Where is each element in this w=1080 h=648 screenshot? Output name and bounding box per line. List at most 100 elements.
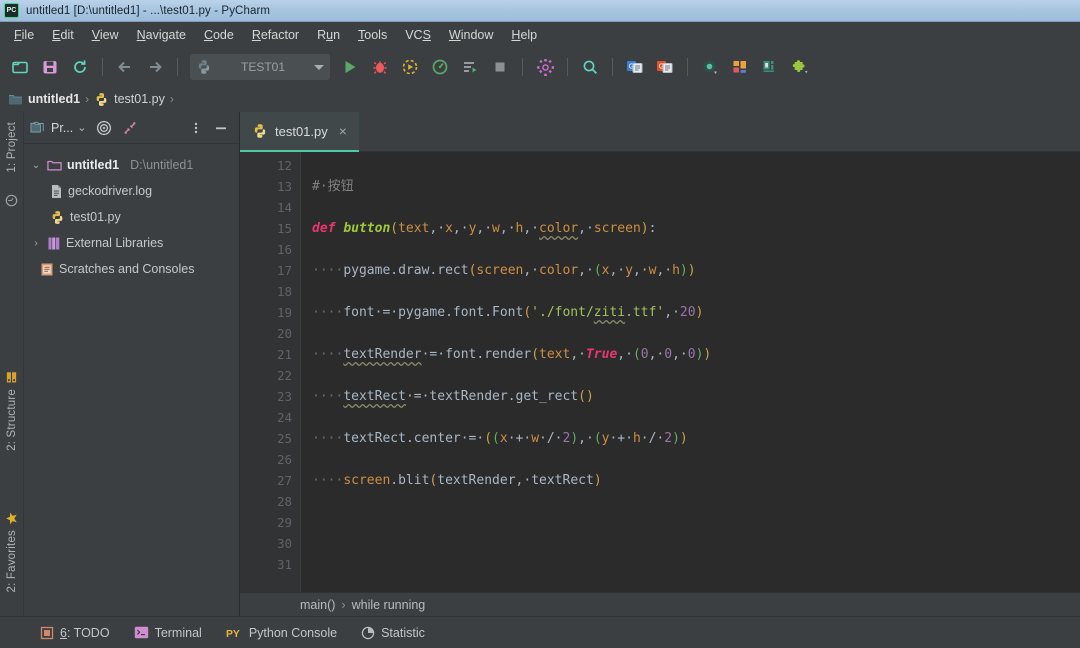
code-editor[interactable]: 12 13− 14 15 16 17 18 19└ 20 21 22 23− 2… bbox=[240, 152, 1080, 592]
debug-button[interactable] bbox=[366, 53, 394, 81]
code-line-16: ····textRender·=·font.render(text,·True,… bbox=[312, 344, 1080, 365]
tree-node-external-libraries[interactable]: › External Libraries bbox=[24, 230, 239, 256]
sync-icon[interactable] bbox=[66, 53, 94, 81]
status-python-console[interactable]: PY Python Console bbox=[216, 622, 347, 644]
layout-icon[interactable] bbox=[726, 53, 754, 81]
tab-test01-py[interactable]: test01.py × bbox=[240, 112, 359, 152]
settings-gear-icon[interactable] bbox=[531, 53, 559, 81]
run-button[interactable] bbox=[336, 53, 364, 81]
run-anything-button[interactable] bbox=[456, 53, 484, 81]
terminal-icon bbox=[134, 626, 149, 639]
tabs-filler bbox=[359, 112, 1080, 152]
collapse-all-icon[interactable] bbox=[122, 120, 138, 136]
code-line-17: ····textRect·=·textRender.get_rect() bbox=[312, 386, 1080, 407]
plugin-puzzle-icon[interactable] bbox=[786, 53, 814, 81]
code-text-column[interactable]: #·按钮 def button(text,·x,·y,·w,·h,·color,… bbox=[300, 152, 1080, 592]
status-statistic[interactable]: Statistic bbox=[351, 622, 435, 644]
code-line-18: ····textRect.center·=·((x·+·w·/·2),·(y·+… bbox=[312, 428, 1080, 449]
toolbar-separator-3 bbox=[522, 58, 523, 76]
line-number: 27 bbox=[240, 470, 300, 491]
tree-node-untitled1[interactable]: ⌄ untitled1 D:\untitled1 bbox=[24, 152, 239, 178]
menu-code[interactable]: Code bbox=[196, 25, 242, 45]
open-folder-icon[interactable] bbox=[6, 53, 34, 81]
status-todo[interactable]: 6: TODO bbox=[30, 622, 120, 644]
breadcrumb-file[interactable]: test01.py bbox=[94, 92, 165, 107]
menu-window[interactable]: Window bbox=[441, 25, 501, 45]
status-terminal[interactable]: Terminal bbox=[124, 622, 212, 644]
menu-vcs[interactable]: VCS bbox=[397, 25, 439, 45]
hide-icon[interactable] bbox=[213, 120, 229, 136]
line-number: 17 bbox=[240, 260, 300, 281]
stop-button[interactable] bbox=[486, 53, 514, 81]
run-with-coverage-button[interactable] bbox=[396, 53, 424, 81]
back-arrow-icon[interactable] bbox=[111, 53, 139, 81]
tree-node-external-libraries-label: External Libraries bbox=[66, 236, 163, 250]
left-tool-strip: 1: Project 2: Structure 2: Favorites bbox=[0, 112, 24, 616]
translate-red-icon[interactable]: G bbox=[651, 53, 679, 81]
options-kebab-icon[interactable] bbox=[189, 120, 203, 136]
tab-test01-py-label: test01.py bbox=[275, 124, 328, 139]
folder-icon bbox=[47, 159, 62, 172]
code-line-12: #·按钮 bbox=[312, 176, 1080, 197]
breadcrumb-project[interactable]: untitled1 bbox=[8, 92, 80, 106]
project-panel-title[interactable]: Pr... ⌄ bbox=[30, 121, 86, 135]
tree-node-test01-py[interactable]: test01.py bbox=[24, 204, 239, 230]
sidebar-tab-project[interactable]: 1: Project bbox=[0, 118, 24, 177]
project-tree: ⌄ untitled1 D:\untitled1 geckodriver.log bbox=[24, 144, 239, 616]
run-configuration-selector[interactable]: TEST01 bbox=[190, 54, 330, 80]
search-everywhere-icon[interactable] bbox=[576, 53, 604, 81]
line-number: 24 bbox=[240, 407, 300, 428]
editor-area: test01.py × 12 13− 14 15 16 17 18 19└ 20… bbox=[240, 112, 1080, 616]
project-panel-title-label: Pr... bbox=[51, 121, 73, 135]
line-number: 20 bbox=[240, 323, 300, 344]
main-body: 1: Project 2: Structure 2: Favorites bbox=[0, 112, 1080, 616]
menu-refactor[interactable]: Refactor bbox=[244, 25, 307, 45]
save-all-icon[interactable] bbox=[36, 53, 64, 81]
project-tab-label: 1: Project bbox=[6, 122, 18, 173]
todo-icon bbox=[40, 626, 54, 640]
line-number: 22 bbox=[240, 365, 300, 386]
code-lines: #·按钮 def button(text,·x,·y,·w,·h,·color,… bbox=[300, 152, 1080, 592]
forward-arrow-icon[interactable] bbox=[141, 53, 169, 81]
profile-button[interactable] bbox=[426, 53, 454, 81]
select-opened-file-icon[interactable] bbox=[96, 120, 112, 136]
svg-text:PY: PY bbox=[226, 628, 240, 639]
line-number: 13− bbox=[240, 176, 300, 197]
tree-node-scratches-and-consoles[interactable]: Scratches and Consoles bbox=[24, 256, 239, 282]
file-icon bbox=[50, 184, 63, 199]
project-title-caret-icon[interactable]: ⌄ bbox=[77, 121, 86, 134]
code-line-20 bbox=[312, 512, 1080, 533]
chevron-down-icon[interactable] bbox=[314, 65, 324, 70]
structure-tab-label: 2: Structure bbox=[6, 389, 18, 451]
menu-file[interactable]: FFileile bbox=[6, 25, 42, 45]
translate-blue-icon[interactable]: G bbox=[621, 53, 649, 81]
tree-node-geckodriver-log[interactable]: geckodriver.log bbox=[24, 178, 239, 204]
line-number: 14 bbox=[240, 197, 300, 218]
star-icon bbox=[5, 511, 19, 525]
line-number: 31 bbox=[240, 554, 300, 575]
line-number: 19└ bbox=[240, 302, 300, 323]
menu-view[interactable]: View bbox=[84, 25, 127, 45]
sidebar-tab-favorites[interactable]: 2: Favorites bbox=[0, 507, 24, 596]
project-panel-header: Pr... ⌄ bbox=[24, 112, 239, 144]
menu-navigate[interactable]: Navigate bbox=[129, 25, 194, 45]
database-icon[interactable] bbox=[756, 53, 784, 81]
menu-edit[interactable]: Edit bbox=[44, 25, 82, 45]
chevron-right-icon[interactable]: › bbox=[30, 238, 42, 249]
menu-run[interactable]: Run bbox=[309, 25, 348, 45]
line-number: 18 bbox=[240, 281, 300, 302]
menu-tools[interactable]: Tools bbox=[350, 25, 395, 45]
line-number: 25 bbox=[240, 428, 300, 449]
python-file-icon bbox=[50, 210, 65, 225]
chevron-down-icon[interactable]: ⌄ bbox=[30, 160, 42, 171]
close-icon[interactable]: × bbox=[339, 123, 347, 139]
sidebar-tab-structure[interactable]: 2: Structure bbox=[0, 367, 24, 455]
menu-help[interactable]: Help bbox=[503, 25, 545, 45]
line-number: 12 bbox=[240, 155, 300, 176]
project-tool-window: Pr... ⌄ ⌄ bbox=[24, 112, 240, 616]
commit-icon[interactable] bbox=[0, 190, 24, 211]
toolbar-separator-2 bbox=[177, 58, 178, 76]
recorder-icon[interactable] bbox=[696, 53, 724, 81]
editor-breadcrumb-function[interactable]: main() bbox=[300, 598, 335, 612]
editor-breadcrumb-scope[interactable]: while running bbox=[352, 598, 426, 612]
